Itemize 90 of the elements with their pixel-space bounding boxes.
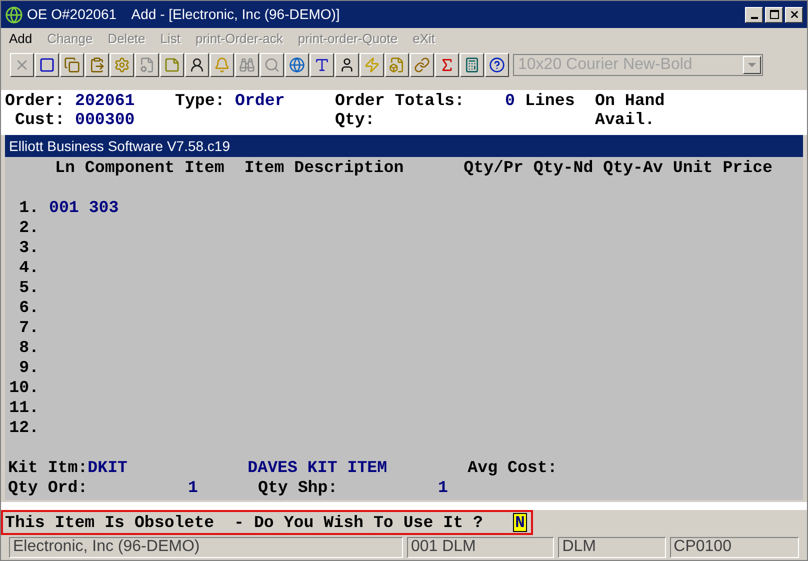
toolbar-button[interactable] [110, 53, 134, 77]
close-button[interactable] [785, 6, 803, 22]
status-panel: 001 DLM [406, 536, 554, 558]
person-icon [339, 57, 355, 73]
minimize-icon [750, 16, 758, 18]
column-header: Qty-Nd [533, 158, 594, 176]
lightning-icon [364, 57, 380, 73]
answer-field[interactable]: N [512, 512, 527, 532]
menu-item[interactable]: Add [9, 29, 32, 49]
line-number: 7. [18, 318, 39, 336]
toolbar-button[interactable] [435, 53, 459, 77]
document-icon [139, 57, 155, 73]
column-header: Component Item [84, 158, 224, 176]
toolbar-button[interactable] [485, 53, 509, 77]
globe-icon [289, 57, 305, 73]
line-number: 6. [18, 298, 39, 316]
toolbar-button[interactable] [460, 53, 484, 77]
lines-count: 0 [504, 91, 515, 110]
column-header: Qty-Av [603, 158, 663, 176]
prompt-text: This Item Is Obsolete - Do You Wish To Use It ? [5, 512, 483, 532]
user-icon [189, 57, 205, 73]
avg-cost-label: Avg Cost: [468, 458, 558, 476]
line-number: 5. [18, 278, 39, 296]
toolbar-button[interactable] [335, 53, 359, 77]
bell-icon [214, 57, 230, 73]
help-icon [489, 57, 505, 73]
maximize-icon [770, 10, 778, 19]
qty-ord-label: Qty Ord: [8, 478, 89, 496]
toolbar-button[interactable] [360, 53, 384, 77]
qty-shp-value: 1 [438, 478, 448, 496]
line-number: 11. [9, 398, 39, 416]
order-totals-label: Order Totals: [335, 91, 466, 110]
type-value: Order [235, 91, 286, 110]
document-icon [389, 57, 405, 73]
line-number: 9. [18, 358, 39, 376]
toolbar-button[interactable] [385, 53, 409, 77]
line-number: 2. [18, 218, 39, 236]
toolbar-button[interactable] [210, 53, 234, 77]
cust-number: 000300 [75, 110, 136, 129]
toolbar-button[interactable] [285, 53, 309, 77]
kit-item-label: Kit Itm: [8, 458, 88, 476]
toolbar-button[interactable] [410, 53, 434, 77]
toolbar-button[interactable] [35, 53, 59, 77]
qty-label: Qty: [335, 110, 376, 129]
close-icon [788, 9, 800, 20]
line-number: 10. [9, 378, 39, 396]
search-icon [264, 57, 280, 73]
settings-icon [114, 57, 130, 73]
type-label: Type: [175, 91, 226, 110]
toolbar-button[interactable] [185, 53, 209, 77]
line-number: 4. [18, 258, 39, 276]
calculator-icon [464, 57, 480, 73]
app-icon [5, 6, 23, 24]
maximize-button[interactable] [765, 6, 783, 22]
status-panel: CP0100 [670, 536, 799, 558]
status-panel: DLM [558, 536, 666, 558]
status-panel: Electronic, Inc (96-DEMO) [9, 536, 403, 558]
copy-icon [64, 57, 80, 73]
cust-label: Cust: [15, 110, 66, 129]
toolbar-button[interactable] [160, 53, 184, 77]
order-number: 202061 [75, 91, 136, 110]
on-hand-label: On Hand [595, 91, 665, 110]
link-icon [414, 57, 430, 73]
column-header: Item Description [244, 158, 404, 176]
line-number: 1. [18, 198, 39, 216]
panel-title: Elliott Business Software V7.58.c19 [9, 136, 230, 156]
column-header: Ln [55, 158, 75, 176]
minimize-button[interactable] [745, 6, 763, 22]
toolbar-button[interactable] [85, 53, 109, 77]
square-icon [39, 57, 55, 73]
component-item: 001 303 [49, 198, 119, 216]
font-icon [314, 57, 330, 73]
kit-description: DAVES KIT ITEM [248, 458, 388, 476]
note-icon [164, 57, 180, 73]
column-header: Qty/Pr [464, 158, 524, 176]
lines-label: Lines [525, 91, 576, 110]
window-title: OE O#202061 Add - [Electronic, Inc (96-DEMO)] [27, 5, 340, 24]
avail-label: Avail. [595, 110, 655, 129]
qty-shp-label: Qty Shp: [258, 478, 339, 496]
column-header: Unit Price [672, 158, 773, 176]
line-number: 3. [18, 238, 39, 256]
line-number: 12. [9, 418, 39, 436]
order-label: Order: [5, 91, 66, 110]
line-number: 8. [18, 338, 39, 356]
toolbar-button[interactable] [60, 53, 84, 77]
clipboard-icon [89, 57, 105, 73]
toolbar-button[interactable] [310, 53, 334, 77]
qty-ord-value: 1 [188, 478, 199, 496]
kit-item-value: DKIT [88, 458, 129, 476]
binoculars-icon [239, 57, 255, 73]
